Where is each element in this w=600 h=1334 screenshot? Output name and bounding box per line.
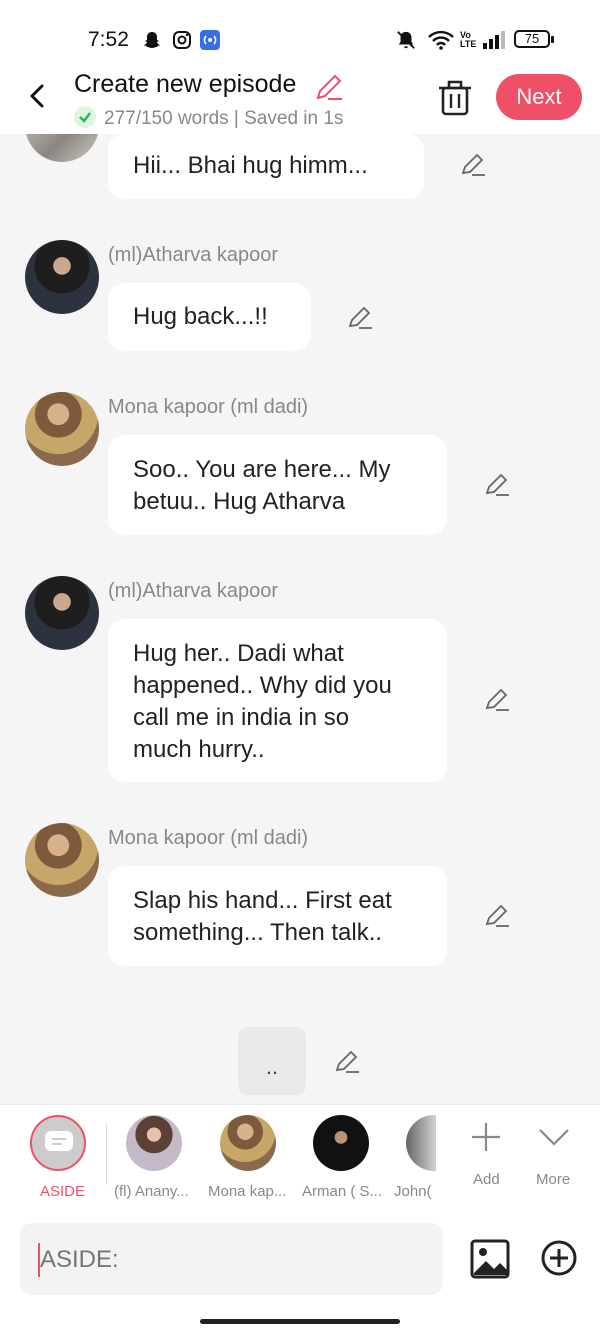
message-text: call me in india in so <box>133 704 350 731</box>
message-bubble[interactable]: Hii... Bhai hug himm... <box>108 134 424 199</box>
edit-message-icon[interactable] <box>484 472 510 498</box>
wifi-icon <box>428 30 454 50</box>
text-caret <box>38 1243 40 1277</box>
save-status-text: 277/150 words | Saved in 1s <box>104 108 344 129</box>
cast-john[interactable]: John( <box>386 1105 436 1211</box>
more-label: More <box>536 1171 571 1188</box>
aside-avatar <box>30 1115 86 1171</box>
avatar <box>406 1115 436 1171</box>
avatar <box>220 1115 276 1171</box>
edit-title-icon[interactable] <box>314 72 344 102</box>
instagram-icon <box>173 31 191 49</box>
battery-level: 75 <box>524 31 540 46</box>
cast-ananya[interactable]: (fl) Anany... <box>104 1105 204 1211</box>
more-button[interactable]: More <box>518 1105 598 1211</box>
avatar[interactable] <box>25 576 99 650</box>
header: Create new episode 277/150 words | Saved… <box>0 70 600 134</box>
avatar <box>313 1115 369 1171</box>
message-input[interactable] <box>38 1241 422 1279</box>
avatar <box>126 1115 182 1171</box>
cast-aside[interactable]: ASIDE <box>0 1105 100 1211</box>
message-text: Slap his hand... First eat <box>133 887 392 914</box>
home-indicator <box>200 1319 400 1324</box>
snapchat-icon <box>144 32 160 48</box>
message-text: Hug her.. Dadi what <box>133 640 344 667</box>
add-circle-icon[interactable] <box>540 1239 578 1277</box>
signal-icon <box>483 31 505 49</box>
cast-label: (fl) Anany... <box>114 1183 189 1200</box>
check-icon <box>74 106 96 128</box>
add-character-button[interactable]: Add <box>446 1105 526 1211</box>
back-arrow-icon[interactable] <box>22 80 54 112</box>
message-bubble[interactable]: Hug her.. Dadi what happened.. Why did y… <box>108 619 447 782</box>
battery-icon: 75 <box>514 30 554 48</box>
message-bubble[interactable]: Hug back...!! <box>108 283 311 351</box>
cast-label: John( <box>394 1183 432 1200</box>
edit-message-icon[interactable] <box>347 305 373 331</box>
status-time: 7:52 <box>88 28 129 51</box>
avatar[interactable] <box>25 823 99 897</box>
edit-message-icon[interactable] <box>484 903 510 929</box>
hotspot-icon <box>200 30 220 50</box>
aside-bubble[interactable]: .. <box>238 1027 306 1095</box>
next-button[interactable]: Next <box>496 74 582 120</box>
avatar[interactable] <box>25 134 99 162</box>
message-text: happened.. Why did you <box>133 672 392 699</box>
speaker-name: Mona kapoor (ml dadi) <box>108 827 309 849</box>
trash-icon[interactable] <box>438 78 472 116</box>
message-bubble[interactable]: Soo.. You are here... My betuu.. Hug Ath… <box>108 435 447 535</box>
message-text: Soo.. You are here... My <box>133 456 391 483</box>
save-status: 277/150 words | Saved in 1s <box>74 106 343 130</box>
chat-bubble-icon <box>45 1131 73 1151</box>
image-icon[interactable] <box>470 1239 510 1279</box>
cast-label: Mona kap... <box>208 1183 287 1200</box>
cast-label: ASIDE <box>40 1183 86 1200</box>
message-text: betuu.. Hug Atharva <box>133 488 346 515</box>
add-label: Add <box>473 1171 500 1188</box>
aside-text: .. <box>265 1054 279 1079</box>
volte-label: Vo LTE <box>460 30 477 49</box>
status-bar: 7:52 Vo LTE 75 <box>0 0 600 70</box>
composer-panel: ASIDE (fl) Anany... Mona kap... Arman ( … <box>0 1104 600 1334</box>
cast-label: Arman ( S... <box>302 1183 382 1200</box>
speaker-name: Mona kapoor (ml dadi) <box>108 396 309 418</box>
chat-list: Hii... Bhai hug himm... (ml)Atharva kapo… <box>0 134 600 1104</box>
edit-message-icon[interactable] <box>460 152 486 178</box>
message-text: Hii... Bhai hug himm... <box>133 152 368 179</box>
message-text: much hurry.. <box>133 736 265 763</box>
avatar[interactable] <box>25 392 99 466</box>
message-text: something... Then talk.. <box>133 919 383 946</box>
speaker-name: (ml)Atharva kapoor <box>108 244 279 266</box>
plus-icon <box>472 1123 500 1151</box>
page-title: Create new episode <box>74 70 297 98</box>
speaker-name: (ml)Atharva kapoor <box>108 580 279 602</box>
mute-icon <box>397 31 415 49</box>
message-text: Hug back...!! <box>133 303 268 330</box>
cast-mona[interactable]: Mona kap... <box>198 1105 298 1211</box>
avatar[interactable] <box>25 240 99 314</box>
chevron-down-icon <box>539 1129 569 1146</box>
cast-arman[interactable]: Arman ( S... <box>292 1105 392 1211</box>
message-bubble[interactable]: Slap his hand... First eat something... … <box>108 866 447 966</box>
edit-message-icon[interactable] <box>484 687 510 713</box>
edit-message-icon[interactable] <box>334 1049 360 1075</box>
message-input-container <box>20 1223 443 1295</box>
